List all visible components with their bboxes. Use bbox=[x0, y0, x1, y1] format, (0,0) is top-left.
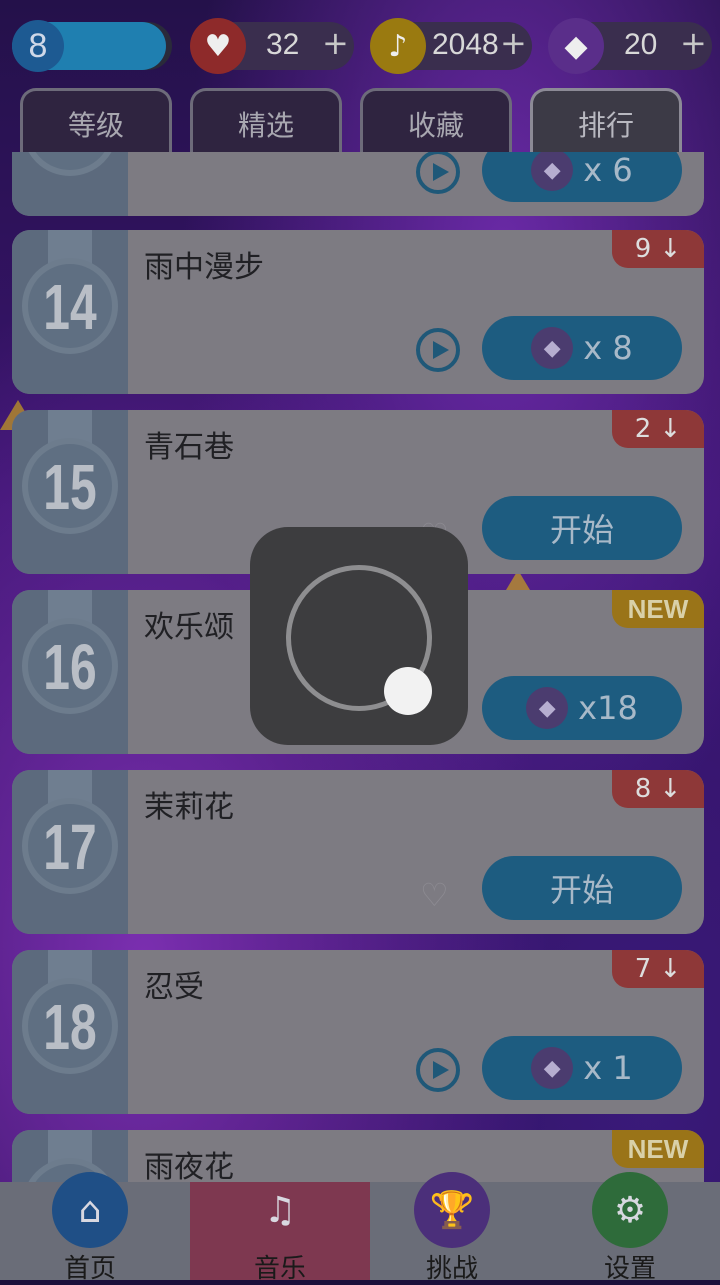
rank-change-badge: 2 ↓ bbox=[612, 410, 704, 448]
play-preview-button[interactable] bbox=[416, 1048, 460, 1092]
start-button[interactable]: 开始 bbox=[482, 496, 682, 560]
gear-icon: ⚙ bbox=[592, 1172, 668, 1248]
rank-medal: 16 bbox=[12, 590, 128, 754]
trophy-icon: 🏆 bbox=[414, 1172, 490, 1248]
rank-number: 18 bbox=[43, 991, 97, 1063]
add-notes-button[interactable]: + bbox=[500, 24, 527, 62]
unlock-gem-button[interactable]: ◆ x 1 bbox=[482, 1036, 682, 1100]
rank-change-badge: 9 ↓ bbox=[612, 230, 704, 268]
gems-value: 20 bbox=[624, 28, 658, 61]
list-item[interactable]: 14 雨中漫步 9 ↓ ◆ x 8 bbox=[12, 230, 704, 394]
song-title: 欢乐颂 bbox=[144, 610, 234, 645]
list-item[interactable]: ◆ x 6 bbox=[12, 152, 704, 216]
rank-number: 17 bbox=[43, 811, 97, 883]
rank-change-badge: 7 ↓ bbox=[612, 950, 704, 988]
nav-home-label: 首页 bbox=[63, 1254, 116, 1284]
song-title: 雨夜花 bbox=[144, 1150, 234, 1185]
song-title: 青石巷 bbox=[144, 430, 234, 465]
new-badge: NEW bbox=[612, 1130, 704, 1168]
notes-value: 2048 bbox=[432, 28, 499, 61]
gem-cost: x 8 bbox=[583, 329, 633, 367]
music-note-icon: ♪ bbox=[370, 18, 426, 74]
top-status-bar: 8 ♥ 32 + ♪ 2048 + ◆ 20 + bbox=[0, 0, 720, 95]
gem-icon: ◆ bbox=[526, 687, 569, 729]
song-title: 忍受 bbox=[144, 970, 204, 1005]
start-button[interactable]: 开始 bbox=[482, 856, 682, 920]
unlock-gem-button[interactable]: ◆ x 6 bbox=[482, 152, 682, 202]
music-note-icon: ♫ bbox=[263, 1189, 297, 1231]
play-preview-button[interactable] bbox=[416, 328, 460, 372]
rank-medal: 17 bbox=[12, 770, 128, 934]
play-preview-button[interactable] bbox=[416, 152, 460, 194]
loading-indicator bbox=[250, 527, 468, 745]
rank-medal bbox=[12, 152, 128, 216]
gem-icon: ◆ bbox=[531, 1047, 574, 1089]
tab-ranking[interactable]: 排行 bbox=[530, 88, 682, 152]
nav-challenge[interactable]: 🏆 挑战 bbox=[362, 1172, 542, 1284]
add-gems-button[interactable]: + bbox=[680, 24, 707, 62]
loading-dot bbox=[384, 667, 432, 715]
hearts-value: 32 bbox=[266, 28, 300, 61]
tab-favorites[interactable]: 收藏 bbox=[360, 88, 512, 152]
list-item[interactable]: 17 茉莉花 8 ↓ ♡ 开始 bbox=[12, 770, 704, 934]
list-item[interactable]: 18 忍受 7 ↓ ◆ x 1 bbox=[12, 950, 704, 1114]
nav-settings-label: 设置 bbox=[603, 1254, 656, 1284]
add-hearts-button[interactable]: + bbox=[322, 24, 349, 62]
song-title: 茉莉花 bbox=[144, 790, 234, 825]
rank-medal: 18 bbox=[12, 950, 128, 1114]
heart-icon: ♥ bbox=[190, 18, 246, 74]
nav-challenge-label: 挑战 bbox=[425, 1254, 478, 1284]
nav-music[interactable]: ♫ 音乐 bbox=[190, 1182, 370, 1284]
gem-cost: x 1 bbox=[583, 1049, 633, 1087]
favorite-heart-icon[interactable]: ♡ bbox=[420, 876, 449, 914]
tab-featured[interactable]: 精选 bbox=[190, 88, 342, 152]
nav-home[interactable]: ⌂ 首页 bbox=[0, 1172, 180, 1284]
gem-cost: x18 bbox=[578, 689, 638, 727]
rank-number: 16 bbox=[43, 631, 97, 703]
rank-change-badge: 8 ↓ bbox=[612, 770, 704, 808]
gem-cost: x 6 bbox=[583, 152, 633, 189]
home-icon: ⌂ bbox=[52, 1172, 128, 1248]
rank-medal: 14 bbox=[12, 230, 128, 394]
gem-icon: ◆ bbox=[548, 18, 604, 74]
rank-medal: 15 bbox=[12, 410, 128, 574]
rank-number: 14 bbox=[43, 271, 97, 343]
rank-number: 15 bbox=[43, 451, 97, 523]
nav-music-label: 音乐 bbox=[253, 1254, 306, 1284]
tab-level[interactable]: 等级 bbox=[20, 88, 172, 152]
unlock-gem-button[interactable]: ◆ x 8 bbox=[482, 316, 682, 380]
gem-icon: ◆ bbox=[531, 327, 574, 369]
nav-settings[interactable]: ⚙ 设置 bbox=[540, 1172, 720, 1284]
new-badge: NEW bbox=[612, 590, 704, 628]
unlock-gem-button[interactable]: ◆ x18 bbox=[482, 676, 682, 740]
level-badge: 8 bbox=[12, 20, 64, 72]
gem-icon: ◆ bbox=[531, 152, 574, 191]
bottom-navigation: ⌂ 首页 ♫ 音乐 🏆 挑战 ⚙ 设置 bbox=[0, 1172, 720, 1284]
song-title: 雨中漫步 bbox=[144, 250, 264, 285]
